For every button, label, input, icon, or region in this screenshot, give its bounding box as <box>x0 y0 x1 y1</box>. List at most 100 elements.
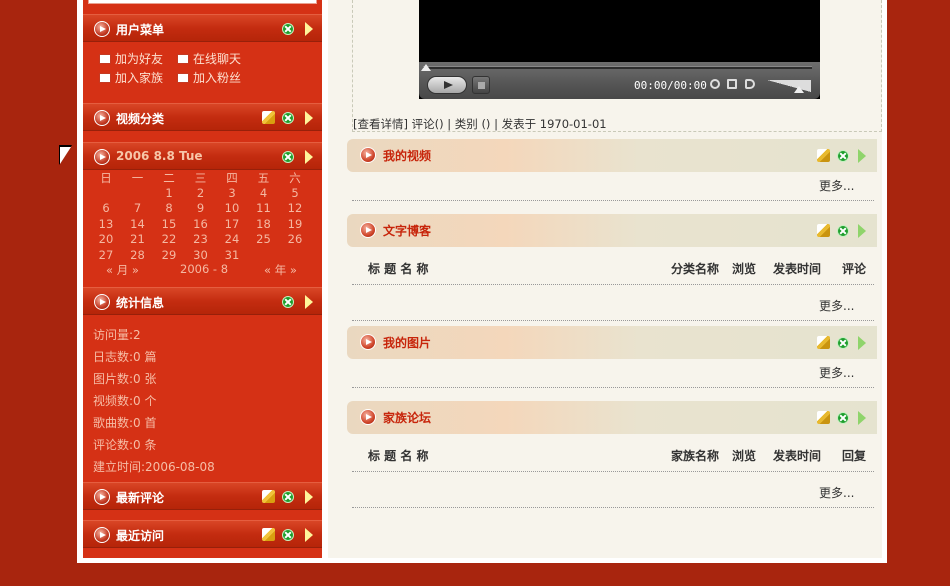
menu-item-join-fans[interactable]: 加入粉丝 <box>177 69 241 86</box>
calendar-day[interactable]: 7 <box>122 201 154 215</box>
calendar-day[interactable]: 10 <box>216 201 248 215</box>
search-input[interactable] <box>88 0 317 4</box>
close-icon[interactable] <box>837 225 849 237</box>
my-photos-header: 我的图片 <box>347 326 877 359</box>
close-icon[interactable] <box>282 491 294 503</box>
calendar-day[interactable]: 6 <box>90 201 122 215</box>
calendar-day[interactable]: 1 <box>153 186 185 200</box>
page-frame: 用户菜单 加为好友 在线聊天 加入家族 加入粉丝 视频分类 2006 8.8 T… <box>77 0 887 563</box>
more-link[interactable]: 更多... <box>819 364 854 381</box>
fullscreen-icon[interactable] <box>710 79 720 89</box>
calendar-day[interactable]: 4 <box>248 186 280 200</box>
play-button[interactable] <box>427 76 467 94</box>
close-icon[interactable] <box>837 150 849 162</box>
edit-icon[interactable] <box>817 411 830 424</box>
calendar-weekday: 六 <box>289 171 301 185</box>
close-icon[interactable] <box>282 151 294 163</box>
volume-slider[interactable] <box>767 80 811 92</box>
edit-icon[interactable] <box>817 336 830 349</box>
stop-button[interactable] <box>472 76 490 94</box>
play-bullet-icon <box>94 149 110 165</box>
menu-item-online-chat[interactable]: 在线聊天 <box>177 50 241 67</box>
menu-item-join-family[interactable]: 加入家族 <box>99 69 163 86</box>
expand-arrow-icon[interactable] <box>858 149 866 163</box>
calendar-day[interactable]: 20 <box>90 232 122 246</box>
calendar-day[interactable]: 18 <box>248 217 280 231</box>
video-meta[interactable]: [查看详情] 评论() | 类别 () | 发表于 1970-01-01 <box>353 116 607 132</box>
calendar-day[interactable]: 31 <box>216 248 248 262</box>
more-link[interactable]: 更多... <box>819 484 854 501</box>
calendar-day[interactable]: 13 <box>90 217 122 231</box>
expand-arrow-icon[interactable] <box>305 295 313 309</box>
close-icon[interactable] <box>837 412 849 424</box>
calendar-day[interactable]: 28 <box>122 248 154 262</box>
calendar-weekday: 三 <box>194 171 207 185</box>
seek-knob[interactable] <box>421 64 431 71</box>
volume-icon[interactable] <box>745 79 755 89</box>
expand-arrow-icon[interactable] <box>305 111 313 125</box>
calendar-day[interactable]: 2 <box>185 186 217 200</box>
calendar-day[interactable]: 9 <box>185 201 217 215</box>
stats-list: 访问量:2 日志数:0 篇 图片数:0 张 视频数:0 个 歌曲数:0 首 评论… <box>93 326 215 480</box>
stat-comments: 评论数:0 条 <box>93 438 157 452</box>
calendar-week: 6 7 8 9 10 11 12 <box>83 201 322 217</box>
calendar-day[interactable]: 14 <box>122 217 154 231</box>
calendar-year-nav[interactable]: « 年 » <box>264 262 297 278</box>
edit-icon[interactable] <box>817 149 830 162</box>
calendar-day[interactable]: 25 <box>248 232 280 246</box>
calendar-day[interactable]: 12 <box>279 201 311 215</box>
calendar-day[interactable]: 27 <box>90 248 122 262</box>
stat-created: 建立时间:2006-08-08 <box>93 460 215 474</box>
close-icon[interactable] <box>282 23 294 35</box>
volume-knob[interactable] <box>794 86 804 93</box>
more-link[interactable]: 更多... <box>819 297 854 314</box>
expand-arrow-icon[interactable] <box>305 22 313 36</box>
expand-arrow-icon[interactable] <box>305 150 313 164</box>
calendar-day[interactable]: 3 <box>216 186 248 200</box>
calendar-day[interactable]: 29 <box>153 248 185 262</box>
calendar-month-nav[interactable]: « 月 » <box>106 262 139 278</box>
expand-arrow-icon[interactable] <box>305 528 313 542</box>
edit-icon[interactable] <box>262 111 275 124</box>
expand-arrow-icon[interactable] <box>858 224 866 238</box>
calendar-day[interactable]: 19 <box>279 217 311 231</box>
close-icon[interactable] <box>282 112 294 124</box>
calendar-day[interactable]: 24 <box>216 232 248 246</box>
calendar-day[interactable]: 30 <box>185 248 217 262</box>
calendar-day[interactable]: 5 <box>279 186 311 200</box>
close-icon[interactable] <box>837 337 849 349</box>
col-views: 浏览 <box>732 449 757 463</box>
calendar-day[interactable]: 17 <box>216 217 248 231</box>
more-link[interactable]: 更多... <box>819 177 854 194</box>
calendar-header: 2006 8.8 Tue <box>83 142 322 170</box>
seek-bar[interactable] <box>423 66 812 69</box>
close-icon[interactable] <box>282 529 294 541</box>
expand-arrow-icon[interactable] <box>858 411 866 425</box>
edit-icon[interactable] <box>262 528 275 541</box>
family-forum-header: 家族论坛 <box>347 401 877 434</box>
calendar-day[interactable]: 22 <box>153 232 185 246</box>
stats-header: 统计信息 <box>83 287 322 315</box>
edit-icon[interactable] <box>817 224 830 237</box>
expand-arrow-icon[interactable] <box>858 336 866 350</box>
calendar-day[interactable]: 16 <box>185 217 217 231</box>
calendar-day[interactable]: 11 <box>248 201 280 215</box>
family-forum-title: 家族论坛 <box>383 411 432 425</box>
my-videos-header: 我的视频 <box>347 139 877 172</box>
stats-title: 统计信息 <box>116 296 165 310</box>
video-controls: 00:00/00:00 <box>419 62 820 99</box>
edit-icon[interactable] <box>262 490 275 503</box>
calendar-day[interactable]: 15 <box>153 217 185 231</box>
calendar-day[interactable]: 21 <box>122 232 154 246</box>
close-icon[interactable] <box>282 296 294 308</box>
video-category-title: 视频分类 <box>116 112 165 126</box>
video-category-header: 视频分类 <box>83 103 322 131</box>
calendar-weekdays: 日一二三四五六 <box>83 170 322 186</box>
window-icon[interactable] <box>727 79 737 89</box>
menu-item-add-friend[interactable]: 加为好友 <box>99 50 163 67</box>
expand-arrow-icon[interactable] <box>305 490 313 504</box>
calendar-day[interactable]: 26 <box>279 232 311 246</box>
calendar-day[interactable]: 8 <box>153 201 185 215</box>
latest-comments-title: 最新评论 <box>116 491 165 505</box>
calendar-day[interactable]: 23 <box>185 232 217 246</box>
